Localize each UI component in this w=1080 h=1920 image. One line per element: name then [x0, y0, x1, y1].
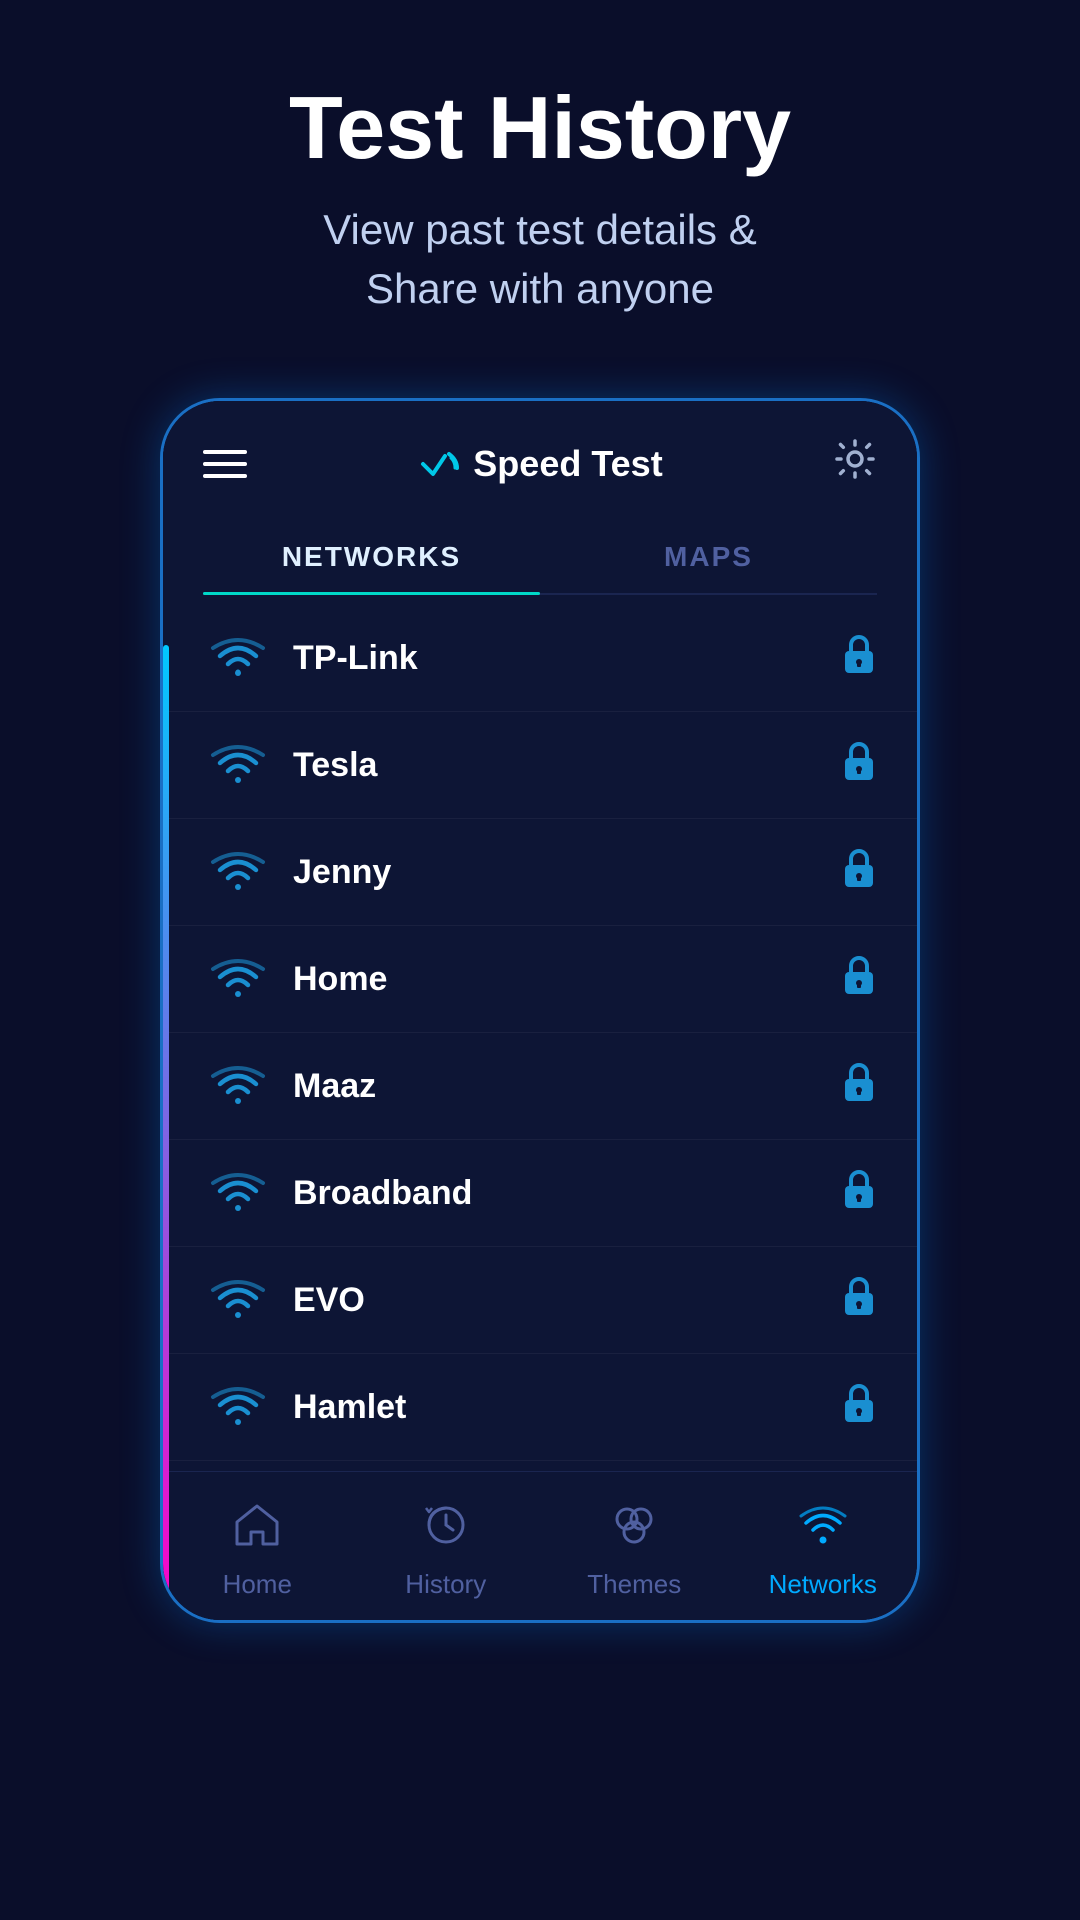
nav-item-themes[interactable]: Themes	[540, 1492, 729, 1610]
tab-maps[interactable]: MAPS	[540, 521, 877, 593]
lock-icon	[841, 952, 877, 1006]
nav-item-history[interactable]: History	[352, 1492, 541, 1610]
lock-icon	[841, 1166, 877, 1220]
wifi-icon	[203, 743, 273, 787]
page-title: Test History	[40, 80, 1040, 177]
bottom-nav: Home History	[163, 1471, 917, 1620]
network-name: Tesla	[273, 746, 841, 785]
wifi-icon	[203, 1064, 273, 1108]
app-logo: Speed Test	[417, 443, 662, 485]
network-name: Broadband	[273, 1174, 841, 1213]
nav-label-history: History	[405, 1569, 486, 1600]
network-name: Home	[273, 960, 841, 999]
wifi-icon	[203, 957, 273, 1001]
nav-label-networks: Networks	[769, 1569, 877, 1600]
wifi-icon	[203, 1385, 273, 1429]
network-item[interactable]: Tesla	[163, 712, 917, 819]
home-icon	[233, 1502, 281, 1559]
tab-networks[interactable]: NETWORKS	[203, 521, 540, 593]
lock-icon	[841, 1059, 877, 1113]
menu-button[interactable]	[203, 450, 247, 478]
lock-icon	[841, 845, 877, 899]
network-item[interactable]: Jenny	[163, 819, 917, 926]
nav-item-networks[interactable]: Networks	[729, 1492, 918, 1610]
phone-mockup: Speed Test NETWORKS MAPS	[160, 398, 920, 1623]
network-item[interactable]: TP-Link	[163, 605, 917, 712]
history-icon	[422, 1502, 470, 1559]
tab-bar: NETWORKS MAPS	[203, 521, 877, 595]
lock-icon	[841, 1380, 877, 1434]
network-item[interactable]: EVO	[163, 1247, 917, 1354]
speedtest-logo-icon	[417, 446, 461, 482]
app-name: Speed Test	[473, 443, 662, 485]
networks-icon	[799, 1502, 847, 1559]
lock-icon	[841, 631, 877, 685]
network-name: EVO	[273, 1281, 841, 1320]
wifi-icon	[203, 850, 273, 894]
wifi-icon	[203, 1171, 273, 1215]
network-name: Jenny	[273, 853, 841, 892]
app-header: Speed Test	[163, 401, 917, 511]
header-section: Test History View past test details &Sha…	[0, 0, 1080, 358]
lock-icon	[841, 738, 877, 792]
wifi-icon	[203, 1278, 273, 1322]
network-name: TP-Link	[273, 639, 841, 678]
network-item[interactable]: Hamlet	[163, 1354, 917, 1461]
network-item[interactable]: Home	[163, 926, 917, 1033]
nav-label-home: Home	[223, 1569, 292, 1600]
lock-icon	[841, 1273, 877, 1327]
themes-icon	[610, 1502, 658, 1559]
network-name: Hamlet	[273, 1388, 841, 1427]
network-name: Maaz	[273, 1067, 841, 1106]
network-item[interactable]: Broadband	[163, 1140, 917, 1247]
phone-inner: Speed Test NETWORKS MAPS	[163, 401, 917, 1620]
network-list: TP-Link	[163, 595, 917, 1471]
page-subtitle: View past test details &Share with anyon…	[40, 201, 1040, 319]
settings-button[interactable]	[833, 437, 877, 491]
network-item[interactable]: Maaz	[163, 1033, 917, 1140]
wifi-icon	[203, 636, 273, 680]
nav-label-themes: Themes	[587, 1569, 681, 1600]
nav-item-home[interactable]: Home	[163, 1492, 352, 1610]
